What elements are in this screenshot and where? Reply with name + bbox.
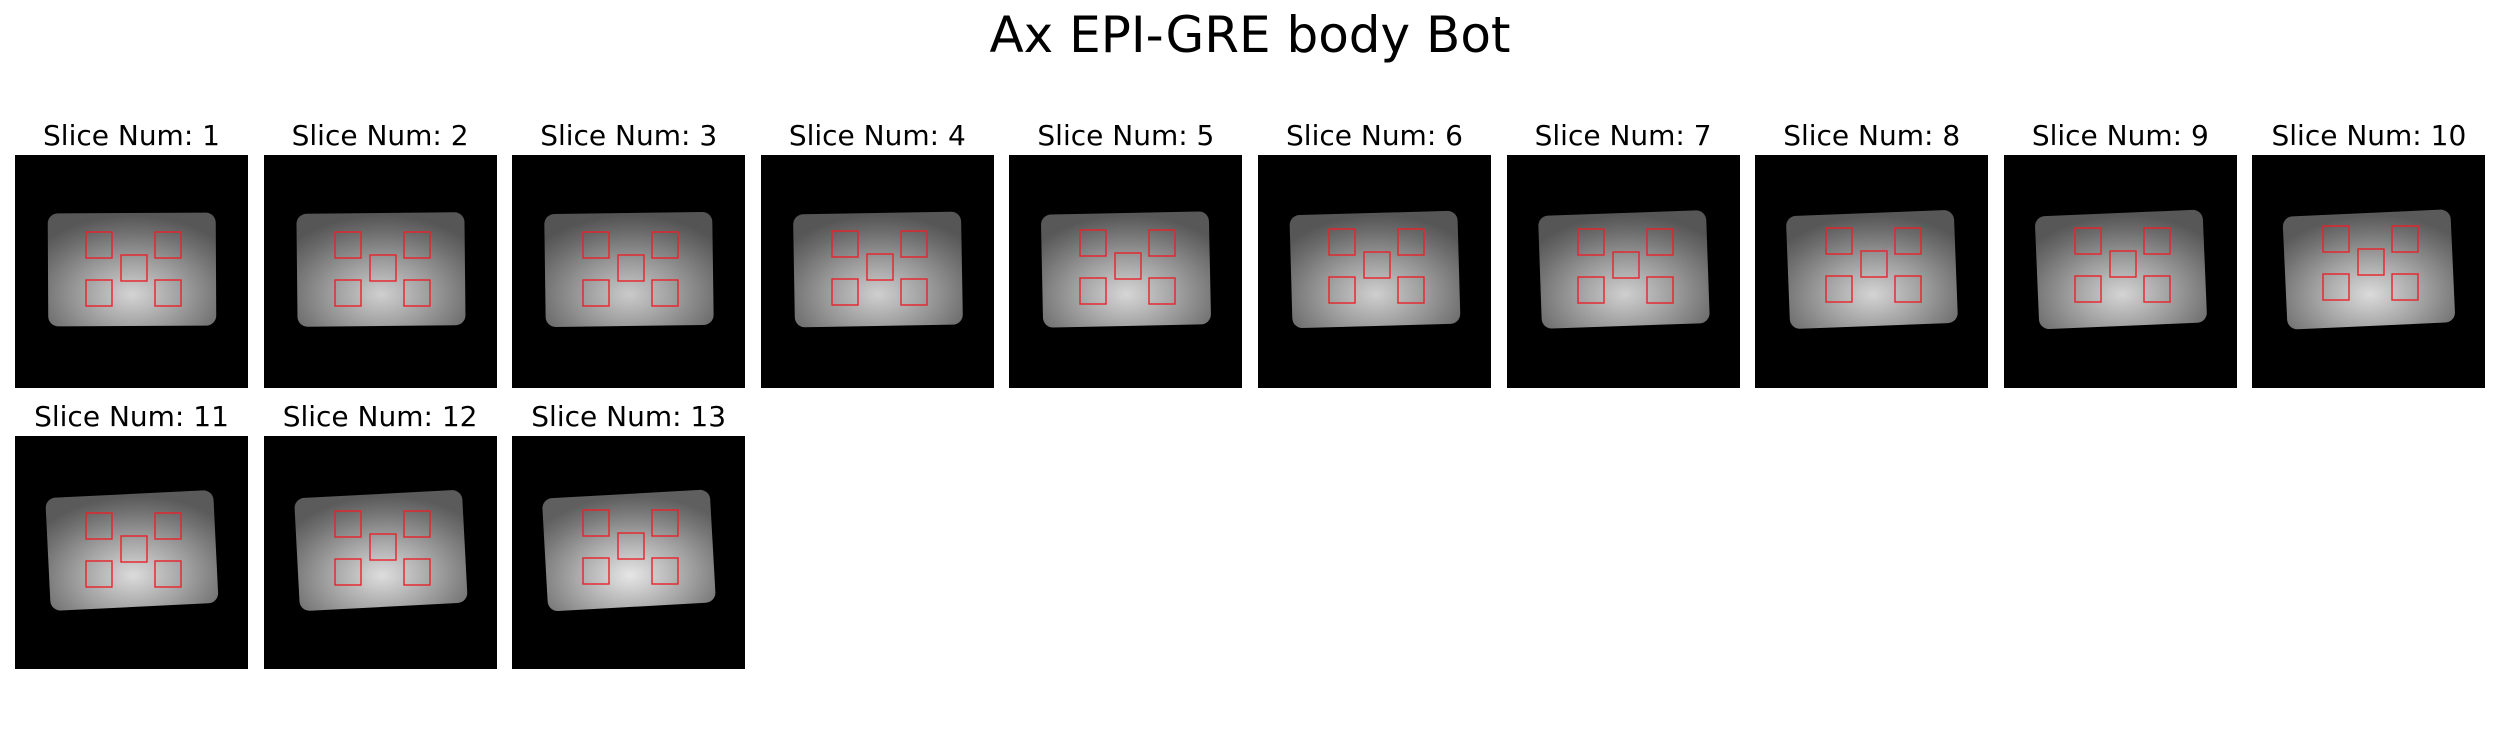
slice-image xyxy=(263,155,497,388)
slice-panel: Slice Num: 9 xyxy=(2003,119,2237,388)
phantom-body xyxy=(1041,211,1212,328)
phantom-body xyxy=(2034,209,2207,330)
slice-panel: Slice Num: 4 xyxy=(760,119,994,388)
slice-title: Slice Num: 12 xyxy=(282,400,478,433)
slice-image xyxy=(512,155,746,388)
slice-title: Slice Num: 3 xyxy=(540,119,718,152)
slice-title: Slice Num: 7 xyxy=(1534,119,1712,152)
phantom-body xyxy=(296,212,466,327)
slice-panel: Slice Num: 8 xyxy=(1755,119,1989,388)
slice-title: Slice Num: 11 xyxy=(34,400,229,433)
figure-title: Ax EPI-GRE body Bot xyxy=(989,6,1511,64)
slice-title: Slice Num: 6 xyxy=(1286,119,1463,152)
slice-panel: Slice Num: 1 xyxy=(15,120,248,388)
slice-image xyxy=(1009,155,1243,388)
phantom-body xyxy=(542,489,716,612)
slice-image xyxy=(263,436,497,669)
slice-title: Slice Num: 10 xyxy=(2271,119,2467,152)
phantom-body xyxy=(544,211,714,328)
slice-panel: Slice Num: 13 xyxy=(512,400,746,669)
phantom-body xyxy=(294,490,467,611)
phantom-body xyxy=(792,211,963,328)
slice-title: Slice Num: 8 xyxy=(1783,119,1961,152)
slice-image xyxy=(15,436,248,669)
phantom-body xyxy=(1289,210,1461,329)
slice-title: Slice Num: 2 xyxy=(291,119,469,152)
slice-image xyxy=(1258,155,1491,388)
phantom-body xyxy=(1786,210,1958,329)
slice-panel: Slice Num: 11 xyxy=(15,401,248,669)
slice-title: Slice Num: 5 xyxy=(1037,119,1215,152)
slice-panel: Slice Num: 3 xyxy=(512,119,746,388)
slice-title: Slice Num: 13 xyxy=(531,400,727,433)
slice-panel: Slice Num: 10 xyxy=(2252,119,2486,388)
slice-image xyxy=(15,155,248,388)
slice-title: Slice Num: 1 xyxy=(43,119,220,152)
phantom-body xyxy=(1537,210,1710,329)
slice-panel: Slice Num: 2 xyxy=(263,119,497,388)
slice-image xyxy=(1755,155,1989,388)
slice-image xyxy=(760,155,994,388)
slice-title: Slice Num: 9 xyxy=(2031,119,2209,152)
slice-image xyxy=(2252,155,2486,388)
slice-panel: Slice Num: 12 xyxy=(263,400,497,669)
slice-image xyxy=(512,436,746,669)
slice-panel: Slice Num: 6 xyxy=(1258,120,1491,388)
phantom-body xyxy=(45,490,219,611)
slice-image xyxy=(1506,155,1740,388)
slice-image xyxy=(2003,155,2237,388)
phantom-body xyxy=(2283,209,2456,330)
slice-panel: Slice Num: 5 xyxy=(1009,119,1243,388)
slice-panel: Slice Num: 7 xyxy=(1506,119,1740,388)
phantom-body xyxy=(47,212,217,327)
slice-title: Slice Num: 4 xyxy=(788,119,966,152)
